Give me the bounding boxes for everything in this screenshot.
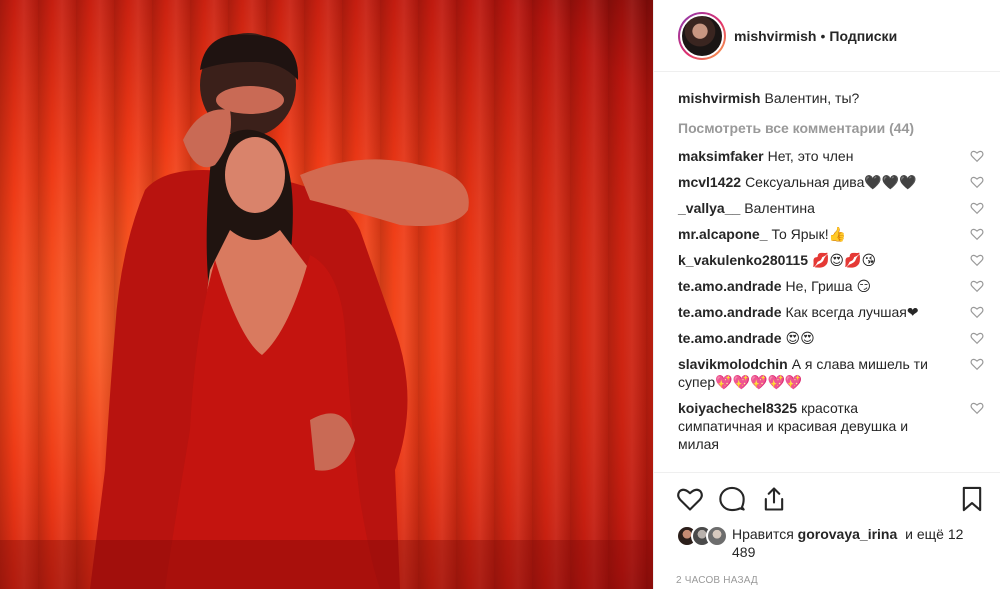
caption-text: Валентин, ты? xyxy=(764,90,860,106)
likes-user[interactable]: gorovaya_irina xyxy=(798,526,898,542)
bookmark-icon[interactable] xyxy=(958,485,986,513)
comment-like-heart-icon[interactable] xyxy=(970,227,984,241)
comment-text: Как всегда лучшая❤ xyxy=(785,304,919,320)
comment-text: 😍😍 xyxy=(785,330,815,346)
comment-row: slavikmolodchin А я слава мишель ти супер… xyxy=(678,355,984,391)
comment-row: maksimfaker Нет, это член xyxy=(678,147,984,165)
caption-user[interactable]: mishvirmish xyxy=(678,90,760,106)
comment-user[interactable]: te.amo.andrade xyxy=(678,278,781,294)
comment-text: Сексуальная дива🖤🖤🖤 xyxy=(745,174,917,190)
follow-button[interactable]: Подписки xyxy=(829,28,897,44)
author-username[interactable]: mishvirmish xyxy=(734,28,816,44)
comment-user[interactable]: mcvl1422 xyxy=(678,174,741,190)
comment-body: mr.alcapone_ То Ярык!👍 xyxy=(678,225,946,243)
comment-text: Нет, это член xyxy=(767,148,854,164)
likes-summary: Нравится gorovaya_irina и ещё 12 489 xyxy=(676,525,986,561)
comment-row: te.amo.andrade 😍😍 xyxy=(678,329,984,347)
comment-row: k_vakulenko280115 💋😍💋😘 xyxy=(678,251,984,269)
post-header: mishvirmish • Подписки xyxy=(654,0,1000,72)
comment-like-heart-icon[interactable] xyxy=(970,175,984,189)
instagram-post: mishvirmish • Подписки mishvirmish Валент… xyxy=(0,0,1000,589)
comment-body: _vallya__ Валентина xyxy=(678,199,946,217)
comment-icon[interactable] xyxy=(718,485,746,513)
post-timestamp[interactable]: 2 часов назад xyxy=(676,575,986,586)
comment-text: То Ярык!👍 xyxy=(771,226,847,242)
comment-like-heart-icon[interactable] xyxy=(970,201,984,215)
comment-like-heart-icon[interactable] xyxy=(970,401,984,415)
comment-like-heart-icon[interactable] xyxy=(970,331,984,345)
comment-row: te.amo.andrade Как всегда лучшая❤ xyxy=(678,303,984,321)
comment-text: 💋😍💋😘 xyxy=(812,252,877,268)
comment-body: mcvl1422 Сексуальная дива🖤🖤🖤 xyxy=(678,173,946,191)
comment-like-heart-icon[interactable] xyxy=(970,357,984,371)
comment-body: maksimfaker Нет, это член xyxy=(678,147,946,165)
comment-row: koiyachechel8325 красотка симпатичная и к… xyxy=(678,399,984,453)
comment-body: te.amo.andrade Не, Гриша 😏 xyxy=(678,277,946,295)
comment-text: Не, Гриша 😏 xyxy=(785,278,872,294)
comment-like-heart-icon[interactable] xyxy=(970,253,984,267)
photo-illustration xyxy=(0,33,653,589)
comment-user[interactable]: _vallya__ xyxy=(678,200,740,216)
comment-body: te.amo.andrade 😍😍 xyxy=(678,329,946,347)
comment-row: mcvl1422 Сексуальная дива🖤🖤🖤 xyxy=(678,173,984,191)
comment-row: _vallya__ Валентина xyxy=(678,199,984,217)
view-all-comments-link[interactable]: Посмотреть все комментарии (44) xyxy=(678,119,984,137)
comment-like-heart-icon[interactable] xyxy=(970,279,984,293)
comment-user[interactable]: mr.alcapone_ xyxy=(678,226,768,242)
action-bar: Нравится gorovaya_irina и ещё 12 489 2 ч… xyxy=(654,472,1000,586)
post-caption: mishvirmish Валентин, ты? xyxy=(678,89,984,107)
comment-like-heart-icon[interactable] xyxy=(970,305,984,319)
comment-user[interactable]: k_vakulenko280115 xyxy=(678,252,808,268)
comments-list[interactable]: mishvirmish Валентин, ты? Посмотреть все … xyxy=(654,73,1000,471)
comment-body: slavikmolodchin А я слава мишель ти супер… xyxy=(678,355,946,391)
comment-text: Валентина xyxy=(744,200,815,216)
comment-body: k_vakulenko280115 💋😍💋😘 xyxy=(678,251,946,269)
comment-user[interactable]: te.amo.andrade xyxy=(678,304,781,320)
comment-user[interactable]: maksimfaker xyxy=(678,148,764,164)
likes-prefix: Нравится xyxy=(732,526,794,542)
comment-user[interactable]: slavikmolodchin xyxy=(678,356,788,372)
comment-row: te.amo.andrade Не, Гриша 😏 xyxy=(678,277,984,295)
post-photo[interactable] xyxy=(0,0,653,589)
comment-row: mr.alcapone_ То Ярык!👍 xyxy=(678,225,984,243)
comment-body: te.amo.andrade Как всегда лучшая❤ xyxy=(678,303,946,321)
author-avatar[interactable] xyxy=(678,11,726,60)
header-separator: • xyxy=(820,27,826,44)
share-icon[interactable] xyxy=(760,485,788,513)
liker-avatars[interactable] xyxy=(676,525,732,547)
heart-icon[interactable] xyxy=(676,485,704,513)
liker-avatar[interactable] xyxy=(706,525,728,547)
comment-user[interactable]: koiyachechel8325 xyxy=(678,400,797,416)
comment-like-heart-icon[interactable] xyxy=(970,149,984,163)
comment-user[interactable]: te.amo.andrade xyxy=(678,330,781,346)
post-sidebar: mishvirmish • Подписки mishvirmish Валент… xyxy=(653,0,1000,589)
comment-body: koiyachechel8325 красотка симпатичная и к… xyxy=(678,399,946,453)
